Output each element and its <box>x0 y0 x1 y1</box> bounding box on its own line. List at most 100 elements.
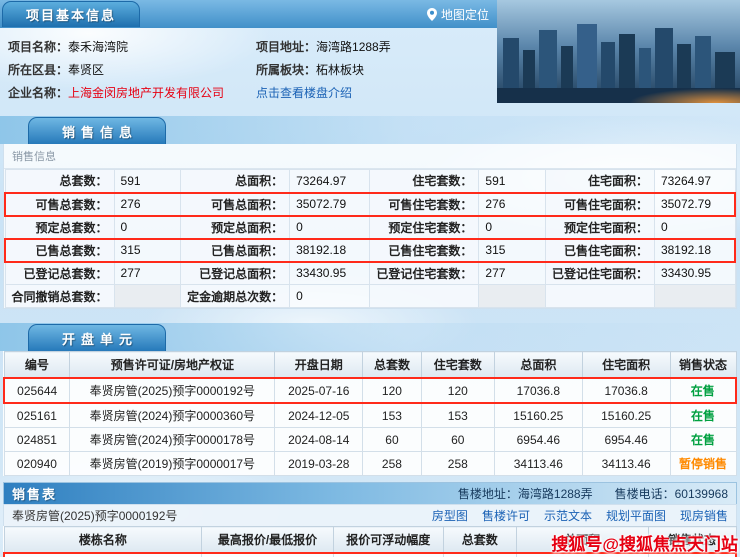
cell: 60 <box>421 428 494 452</box>
cell: 60 <box>363 428 422 452</box>
project-basic-info-section: 项目基本信息 地图定位 项目名称：泰禾海湾院项目地址：海湾路1288弄所在区县：… <box>0 0 740 103</box>
cell: 1 <box>443 553 516 557</box>
sales-info-row: 预定总套数：0预定总面积：0预定住宅套数：0预定住宅面积：0 <box>5 216 735 239</box>
cell: 025161 <box>4 403 70 428</box>
sales-info-label: 已售总面积： <box>181 239 290 262</box>
column-header: 销售状态 <box>670 352 736 379</box>
column-header: 编号 <box>4 352 70 379</box>
permit-number: 奉贤房管(2025)预字0000192号 <box>12 507 177 524</box>
cell: 15160.25 <box>582 403 670 428</box>
field-label: 项目地址： <box>256 40 316 54</box>
cell <box>333 553 443 557</box>
column-header: 预售许可证/房地产权证 <box>70 352 275 379</box>
cell: 025644 <box>4 378 70 403</box>
sales-info-value: 35072.79 <box>290 193 370 216</box>
sales-info-row: 合同撤销总套数：定金逾期总次数：0 <box>5 285 735 308</box>
cell: 6954.46 <box>582 428 670 452</box>
cell: 15160.25 <box>494 403 582 428</box>
sales-status: 在售 <box>670 428 736 452</box>
sales-table-link[interactable]: 现房销售 <box>680 509 728 523</box>
opening-units-header-row: 编号预售许可证/房地产权证开盘日期总套数住宅套数总面积住宅面积销售状态 <box>4 352 736 379</box>
location-pin-icon <box>427 8 437 21</box>
sales-info-value: 276 <box>114 193 181 216</box>
project-section-title: 项目基本信息 <box>26 5 116 24</box>
sales-info-label <box>545 285 654 308</box>
opening-unit-row: 020940奉贤房管(2019)预字0000017号2019-03-282582… <box>4 452 736 476</box>
sales-table-links: 房型图售楼许可示范文本规划平面图现房销售 <box>418 507 728 524</box>
sales-table-link[interactable]: 规划平面图 <box>606 509 666 523</box>
sales-info-section: 销售信息 销售信息 总套数：591总面积：73264.97住宅套数：591住宅面… <box>0 116 740 309</box>
sales-info-table: 总套数：591总面积：73264.97住宅套数：591住宅面积：73264.97… <box>4 169 736 308</box>
sales-info-value: 0 <box>654 216 735 239</box>
cell: 153 <box>421 403 494 428</box>
sales-info-label: 可售总套数： <box>5 193 114 216</box>
sales-info-label: 可售住宅套数： <box>370 193 479 216</box>
sales-info-value: 277 <box>479 262 546 285</box>
sales-table-link[interactable]: 售楼许可 <box>482 509 530 523</box>
cell: 奉贤房管(2024)预字0000360号 <box>70 403 275 428</box>
field-label: 项目名称： <box>8 40 68 54</box>
cell: 2024-12-05 <box>275 403 363 428</box>
column-header: 楼栋名称 <box>4 527 202 554</box>
field-value: 奉贤区 <box>68 63 104 77</box>
cell: 120 <box>421 378 494 403</box>
field-label: 企业名称： <box>8 86 68 100</box>
column-header: 总套数 <box>443 527 516 554</box>
office-address: 海湾路1288弄 <box>518 487 593 501</box>
opening-units-section: 开盘单元 编号预售许可证/房地产权证开盘日期总套数住宅套数总面积住宅面积销售状态… <box>0 323 740 476</box>
opening-unit-row: 025161奉贤房管(2024)预字0000360号2024-12-051531… <box>4 403 736 428</box>
cell: 2024-08-14 <box>275 428 363 452</box>
sales-info-label: 预定住宅面积： <box>545 216 654 239</box>
sales-info-label: 预定总套数： <box>5 216 114 239</box>
cell: 153 <box>363 403 422 428</box>
cell: 奉贤房管(2019)预字0000017号 <box>70 452 275 476</box>
project-header-bar: 项目基本信息 地图定位 <box>0 0 497 28</box>
sales-info-panel: 销售信息 总套数：591总面积：73264.97住宅套数：591住宅面积：732… <box>3 144 737 309</box>
sales-table-link[interactable]: 示范文本 <box>544 509 592 523</box>
sales-info-label: 已售住宅面积： <box>545 239 654 262</box>
project-field: 项目名称：泰禾海湾院 <box>8 37 256 57</box>
sales-info-value: 0 <box>290 216 370 239</box>
sales-info-label: 预定总面积： <box>181 216 290 239</box>
sales-info-value: 38192.18 <box>290 239 370 262</box>
sales-table-permit-row: 奉贤房管(2025)预字0000192号 房型图售楼许可示范文本规划平面图现房销… <box>3 504 737 526</box>
sales-status: 暂停销售 <box>670 452 736 476</box>
map-locate-link[interactable]: 地图定位 <box>427 6 489 23</box>
sales-office-info: 售楼地址：海湾路1288弄 售楼电话：60139968 <box>458 485 728 502</box>
sales-info-row: 已登记总套数：277已登记总面积：33430.95已登记住宅套数：277已登记住… <box>5 262 735 285</box>
sales-table-header-bar: 销售表 售楼地址：海湾路1288弄售楼电话：60139968 <box>3 482 737 504</box>
office-phone: 60139968 <box>675 487 728 501</box>
sales-status: 在售 <box>670 378 736 403</box>
field-label: 所属板块： <box>256 63 316 77</box>
column-header: 总套数 <box>363 352 422 379</box>
column-header: 总面积 <box>494 352 582 379</box>
sales-table-link[interactable]: 房型图 <box>432 509 468 523</box>
cell: 17036.8 <box>494 378 582 403</box>
sales-info-value: 591 <box>114 170 181 193</box>
sales-info-label: 可售住宅面积： <box>545 193 654 216</box>
office-address-label: 售楼地址： <box>458 487 518 501</box>
sales-info-value: 73264.97 <box>654 170 735 193</box>
page-root: 项目基本信息 地图定位 项目名称：泰禾海湾院项目地址：海湾路1288弄所在区县：… <box>0 0 740 557</box>
office-phone-label: 售楼电话： <box>615 487 675 501</box>
column-header: 报价可浮动幅度 <box>333 527 443 554</box>
opening-units-header-bar: 开盘单元 <box>0 323 740 351</box>
cell: 258 <box>363 452 422 476</box>
sales-info-value: 0 <box>479 216 546 239</box>
project-title-tab: 项目基本信息 <box>2 1 140 27</box>
sales-info-label: 总面积： <box>181 170 290 193</box>
city-skyline-image <box>497 0 740 103</box>
field-value-link[interactable]: 点击查看楼盘介绍 <box>256 86 352 100</box>
sales-info-label: 总套数： <box>5 170 114 193</box>
sales-info-label: 已登记住宅套数： <box>370 262 479 285</box>
sales-info-label: 已登记总面积： <box>181 262 290 285</box>
field-value: 柘林板块 <box>316 63 364 77</box>
project-field: 所属板块：柘林板块 <box>256 60 492 80</box>
cell: 258 <box>421 452 494 476</box>
cell: 46530.89/46530.89 <box>202 553 334 557</box>
project-field: 企业名称：上海金闵房地产开发有限公司 <box>8 83 256 103</box>
sales-info-row: 已售总套数：315已售总面积：38192.18已售住宅套数：315已售住宅面积：… <box>5 239 735 262</box>
sales-info-value: 276 <box>479 193 546 216</box>
field-value-link[interactable]: 上海金闵房地产开发有限公司 <box>68 86 224 100</box>
field-value: 海湾路1288弄 <box>316 40 391 54</box>
